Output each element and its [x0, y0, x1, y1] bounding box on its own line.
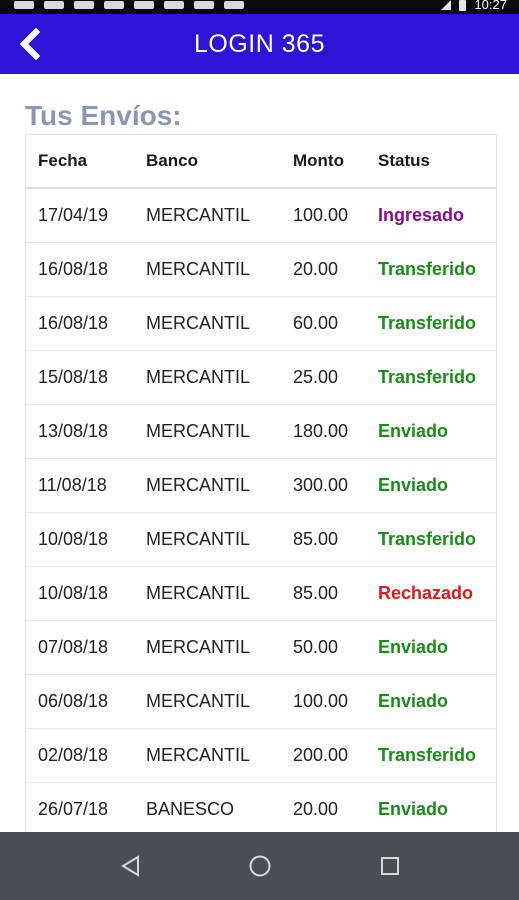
cell-monto: 60.00 — [293, 313, 339, 333]
cell-monto: 180.00 — [293, 421, 349, 441]
status-right: 10:27 — [441, 0, 507, 12]
cell-monto: 85.00 — [293, 583, 339, 603]
cell-monto: 85.00 — [293, 529, 339, 549]
cell-banco: MERCANTIL — [146, 529, 251, 549]
home-circle-icon — [249, 855, 271, 877]
section-title: Tus Envíos: — [25, 100, 182, 131]
back-triangle-icon — [121, 855, 139, 877]
cell-banco: MERCANTIL — [146, 259, 251, 279]
cell-status: Enviado — [378, 799, 449, 819]
cell-banco: MERCANTIL — [146, 367, 251, 387]
column-header-status: Status — [378, 151, 430, 170]
cell-banco: MERCANTIL — [146, 205, 251, 225]
cell-fecha: 07/08/18 — [38, 637, 109, 657]
table-row: 10/08/18 MERCANTIL 85.00 Rechazado — [26, 567, 496, 621]
cell-monto: 20.00 — [293, 799, 339, 819]
notification-icon — [44, 1, 64, 9]
cell-banco: MERCANTIL — [146, 421, 251, 441]
cell-monto: 50.00 — [293, 637, 339, 657]
cell-monto: 100.00 — [293, 691, 349, 711]
cell-fecha: 13/08/18 — [38, 421, 109, 441]
column-header-monto: Monto — [293, 151, 344, 170]
cell-status: Enviado — [378, 637, 449, 657]
cell-fecha: 15/08/18 — [38, 367, 109, 387]
main-content: Tus Envíos: Fecha Banco Monto Status 17/… — [0, 74, 519, 832]
cell-status: Transferido — [378, 529, 477, 549]
notification-icon — [164, 1, 184, 9]
notification-icons — [14, 0, 244, 9]
table-header-row: Fecha Banco Monto Status — [26, 135, 496, 189]
notification-icon — [194, 1, 214, 9]
column-header-banco: Banco — [146, 151, 198, 170]
notification-icon — [74, 1, 94, 9]
column-header-fecha: Fecha — [38, 151, 88, 170]
table-body: 17/04/19 MERCANTIL 100.00 Ingresado 16/08/18… — [26, 189, 496, 832]
cell-fecha: 10/08/18 — [38, 583, 109, 603]
cell-fecha: 17/04/19 — [38, 205, 109, 225]
cell-status: Transferido — [378, 367, 477, 387]
notification-icon — [104, 1, 124, 9]
clock: 10:27 — [474, 0, 507, 12]
signal-icon — [441, 0, 452, 10]
cell-fecha: 16/08/18 — [38, 259, 109, 279]
notification-icon — [14, 1, 34, 9]
table-row: 17/04/19 MERCANTIL 100.00 Ingresado — [26, 189, 496, 243]
cell-status: Enviado — [378, 691, 449, 711]
shipments-table: Fecha Banco Monto Status 17/04/19 MERCANT… — [25, 134, 497, 832]
cell-banco: MERCANTIL — [146, 637, 251, 657]
status-bar: 10:27 — [0, 0, 519, 14]
cell-status: Transferido — [378, 313, 477, 333]
cell-fecha: 06/08/18 — [38, 691, 109, 711]
cell-status: Enviado — [378, 475, 449, 495]
system-nav-bar — [0, 832, 519, 900]
table-row: 16/08/18 MERCANTIL 20.00 Transferido — [26, 243, 496, 297]
recents-square-icon — [381, 857, 399, 875]
cell-monto: 20.00 — [293, 259, 339, 279]
app-bar: LOGIN 365 — [0, 14, 519, 74]
cell-monto: 200.00 — [293, 745, 349, 765]
table-row: 10/08/18 MERCANTIL 85.00 Transferido — [26, 513, 496, 567]
cell-monto: 25.00 — [293, 367, 339, 387]
cell-banco: BANESCO — [146, 799, 235, 819]
table-row: 16/08/18 MERCANTIL 60.00 Transferido — [26, 297, 496, 351]
table-row: 02/08/18 MERCANTIL 200.00 Transferido — [26, 729, 496, 783]
table-row: 13/08/18 MERCANTIL 180.00 Enviado — [26, 405, 496, 459]
cell-fecha: 10/08/18 — [38, 529, 109, 549]
cell-status: Ingresado — [378, 205, 465, 225]
battery-icon — [459, 0, 467, 11]
cell-status: Transferido — [378, 259, 477, 279]
nav-back-button[interactable] — [111, 846, 151, 886]
cell-banco: MERCANTIL — [146, 745, 251, 765]
cell-fecha: 16/08/18 — [38, 313, 109, 333]
cell-fecha: 02/08/18 — [38, 745, 109, 765]
nav-recents-button[interactable] — [370, 846, 410, 886]
page-title: LOGIN 365 — [194, 30, 325, 58]
cell-banco: MERCANTIL — [146, 475, 251, 495]
cell-status: Transferido — [378, 745, 477, 765]
cell-monto: 300.00 — [293, 475, 349, 495]
notification-icon — [134, 1, 154, 9]
cell-fecha: 11/08/18 — [38, 475, 107, 495]
cell-banco: MERCANTIL — [146, 313, 251, 333]
nav-home-button[interactable] — [240, 846, 280, 886]
cell-status: Rechazado — [378, 583, 474, 603]
notification-icon — [224, 1, 244, 9]
cell-banco: MERCANTIL — [146, 583, 251, 603]
cell-banco: MERCANTIL — [146, 691, 251, 711]
cell-monto: 100.00 — [293, 205, 349, 225]
table-row: 06/08/18 MERCANTIL 100.00 Enviado — [26, 675, 496, 729]
table-row: 11/08/18 MERCANTIL 300.00 Enviado — [26, 459, 496, 513]
cell-status: Enviado — [378, 421, 449, 441]
cell-fecha: 26/07/18 — [38, 799, 109, 819]
table-row: 15/08/18 MERCANTIL 25.00 Transferido — [26, 351, 496, 405]
table-row: 26/07/18 BANESCO 20.00 Enviado — [26, 783, 496, 832]
table-row: 07/08/18 MERCANTIL 50.00 Enviado — [26, 621, 496, 675]
